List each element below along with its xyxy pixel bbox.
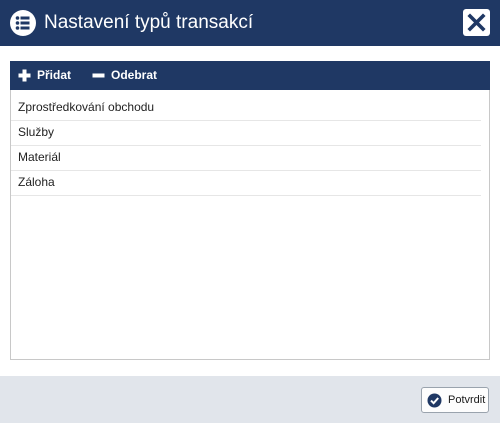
dialog-titlebar: Nastavení typů transakcí: [0, 0, 500, 46]
confirm-button-label: Potvrdit: [448, 394, 486, 406]
remove-button[interactable]: Odebrat: [92, 61, 182, 90]
list-toolbar: Přidat Odebrat: [10, 61, 490, 90]
close-button[interactable]: [463, 9, 490, 36]
list-item[interactable]: Záloha: [11, 170, 481, 196]
list-item-label: Materiál: [18, 150, 61, 164]
list-item-label: Služby: [18, 125, 55, 139]
dialog-title: Nastavení typů transakcí: [44, 12, 254, 33]
transaction-types-dialog: Nastavení typů transakcí Přidat Odebrat …: [0, 0, 500, 423]
remove-button-label: Odebrat: [111, 68, 158, 82]
list-icon: [10, 10, 36, 36]
confirm-button[interactable]: Potvrdit: [421, 387, 489, 413]
list-item-label: Zprostředkování obchodu: [18, 100, 155, 114]
close-icon: [467, 13, 486, 32]
list-item[interactable]: Zprostředkování obchodu: [11, 95, 481, 121]
add-button[interactable]: Přidat: [18, 61, 88, 90]
list-item[interactable]: Materiál: [11, 145, 481, 171]
list-item-label: Záloha: [18, 175, 55, 189]
dialog-footer: Potvrdit: [0, 376, 500, 423]
minus-icon: [92, 73, 105, 78]
transaction-types-list: Zprostředkování obchodu Služby Materiál …: [10, 90, 490, 360]
add-button-label: Přidat: [37, 68, 72, 82]
check-circle-icon: [427, 393, 442, 408]
list-item[interactable]: Služby: [11, 120, 481, 146]
plus-icon: [18, 69, 31, 82]
